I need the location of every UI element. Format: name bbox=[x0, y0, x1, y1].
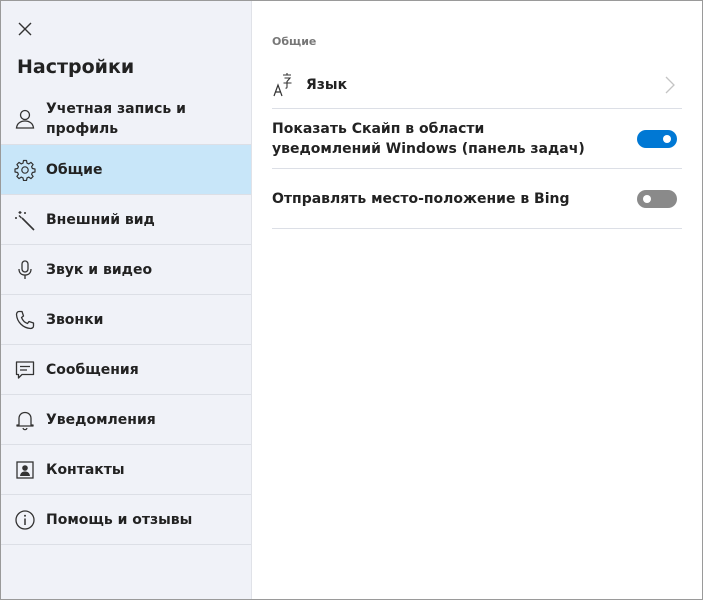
sidebar-item-label: Общие bbox=[46, 161, 103, 178]
section-title: Общие bbox=[272, 35, 317, 48]
sidebar-item-label: Учетная запись и профиль bbox=[46, 100, 186, 137]
sidebar-item-contacts[interactable]: Контакты bbox=[1, 445, 251, 495]
info-icon bbox=[13, 508, 37, 532]
sidebar-item-label: Звонки bbox=[46, 311, 104, 328]
magic-wand-icon bbox=[13, 208, 37, 232]
sidebar-item-label: Сообщения bbox=[46, 361, 139, 378]
language-icon bbox=[272, 72, 296, 98]
sidebar-item-notifications[interactable]: Уведомления bbox=[1, 395, 251, 445]
language-setting-row[interactable]: Язык bbox=[272, 61, 682, 109]
sidebar-item-audio-video[interactable]: Звук и видео bbox=[1, 245, 251, 295]
tray-icon-setting-label: Показать Скайп в области уведомлений Win… bbox=[272, 120, 585, 157]
sidebar-item-label: Контакты bbox=[46, 461, 125, 478]
sidebar-item-account[interactable]: Учетная запись и профиль bbox=[1, 93, 251, 145]
toggle-knob bbox=[663, 134, 671, 143]
phone-icon bbox=[13, 308, 37, 332]
sidebar: Настройки Учетная запись и профиль Общие… bbox=[1, 1, 252, 599]
language-label: Язык bbox=[306, 76, 348, 93]
sidebar-item-general[interactable]: Общие bbox=[1, 145, 251, 195]
sidebar-item-messages[interactable]: Сообщения bbox=[1, 345, 251, 395]
sidebar-item-label: Звук и видео bbox=[46, 261, 153, 278]
sidebar-nav: Учетная запись и профиль Общие Внешний в… bbox=[1, 93, 251, 545]
sidebar-item-appearance[interactable]: Внешний вид bbox=[1, 195, 251, 245]
gear-icon bbox=[13, 158, 37, 182]
main-panel: Общие Язык Показать Скайп в области увед… bbox=[252, 1, 702, 599]
tray-icon-setting-row: Показать Скайп в области уведомлений Win… bbox=[272, 109, 682, 169]
settings-list: Язык Показать Скайп в области уведомлени… bbox=[272, 61, 682, 229]
sidebar-item-label: Помощь и отзывы bbox=[46, 511, 193, 528]
sidebar-item-calls[interactable]: Звонки bbox=[1, 295, 251, 345]
bing-location-setting-row: Отправлять место-положение в Bing bbox=[272, 169, 682, 229]
page-title: Настройки bbox=[17, 56, 135, 78]
sidebar-item-label: Уведомления bbox=[46, 411, 156, 428]
tray-icon-toggle[interactable] bbox=[637, 129, 677, 148]
person-icon bbox=[13, 107, 37, 131]
bell-icon bbox=[13, 408, 37, 432]
sidebar-item-label: Внешний вид bbox=[46, 211, 155, 228]
close-icon bbox=[18, 22, 32, 36]
microphone-icon bbox=[13, 258, 37, 282]
sidebar-item-help[interactable]: Помощь и отзывы bbox=[1, 495, 251, 545]
chevron-right-icon bbox=[665, 76, 675, 94]
settings-window: Настройки Учетная запись и профиль Общие… bbox=[0, 0, 703, 600]
toggle-knob bbox=[643, 194, 651, 203]
contacts-icon bbox=[13, 458, 37, 482]
close-button[interactable] bbox=[11, 15, 39, 43]
message-icon bbox=[13, 358, 37, 382]
bing-location-setting-label: Отправлять место-положение в Bing bbox=[272, 190, 570, 207]
bing-location-toggle[interactable] bbox=[637, 189, 677, 208]
